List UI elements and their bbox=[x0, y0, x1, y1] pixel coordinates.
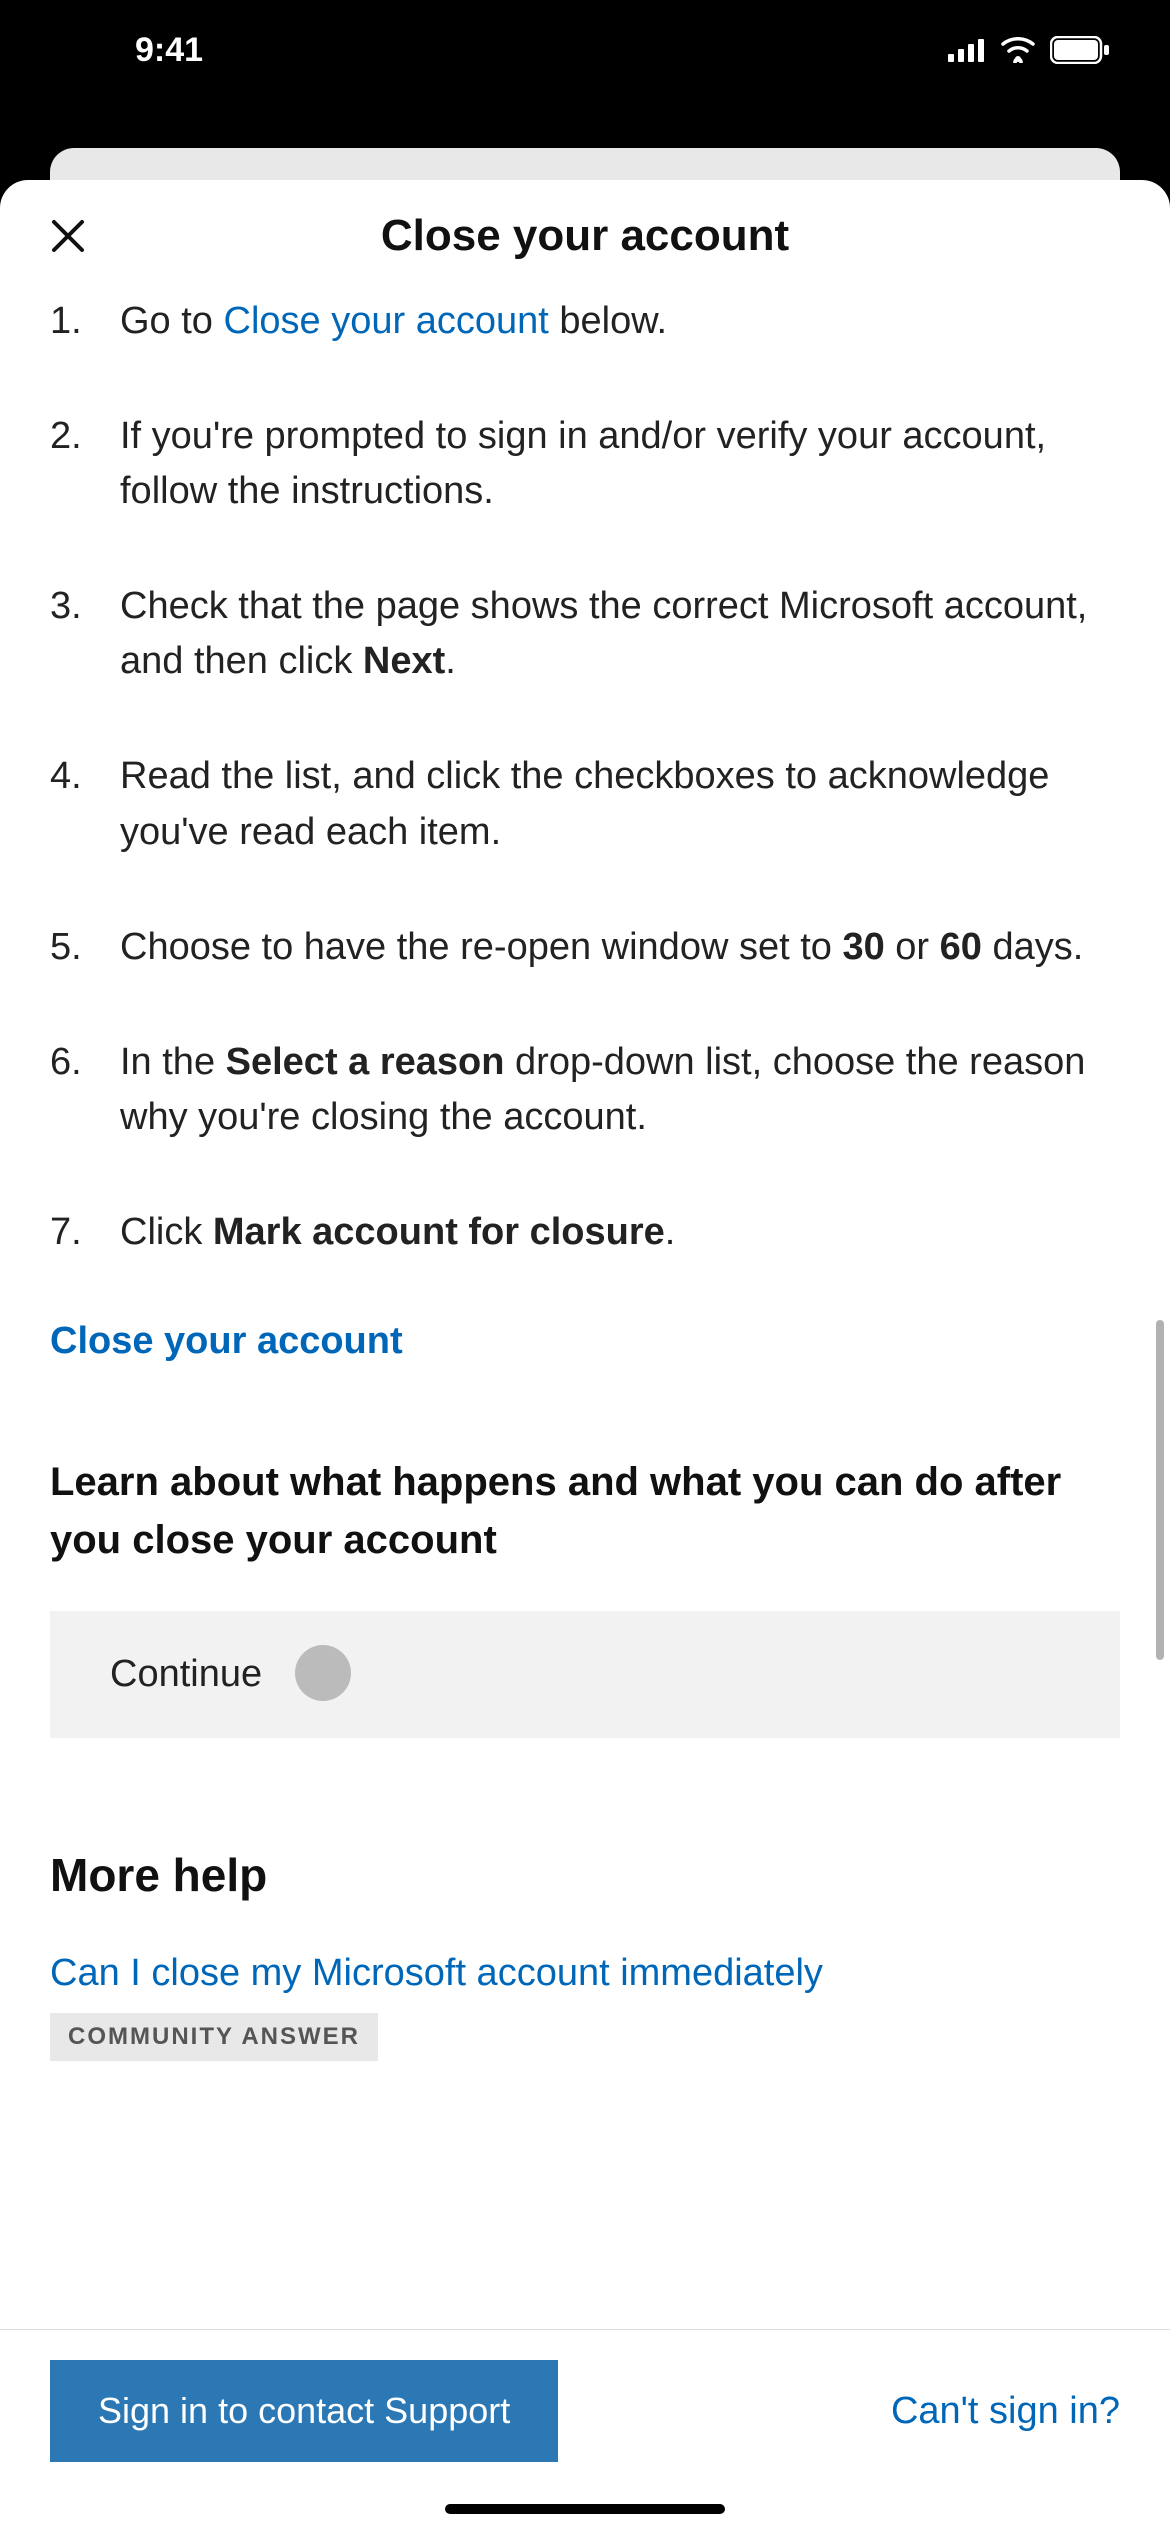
close-account-inline-link[interactable]: Close your account bbox=[224, 300, 549, 342]
steps-list: Go to Close your account below. If you'r… bbox=[50, 294, 1120, 1260]
battery-icon bbox=[1050, 36, 1110, 64]
home-indicator[interactable] bbox=[445, 2504, 725, 2514]
community-answer-badge: COMMUNITY ANSWER bbox=[50, 2013, 378, 2061]
page-title: Close your account bbox=[0, 211, 1170, 261]
cellular-icon bbox=[948, 38, 986, 62]
wifi-icon bbox=[1000, 37, 1036, 63]
bottom-bar: Sign in to contact Support Can't sign in… bbox=[0, 2329, 1170, 2532]
status-bar: 9:41 bbox=[0, 0, 1170, 100]
modal-sheet: Close your account Go to Close your acco… bbox=[0, 180, 1170, 2532]
close-button[interactable] bbox=[40, 208, 96, 264]
step-2: If you're prompted to sign in and/or ver… bbox=[50, 409, 1120, 519]
step-4: Read the list, and click the checkboxes … bbox=[50, 749, 1120, 859]
step-6: In the Select a reason drop-down list, c… bbox=[50, 1035, 1120, 1145]
status-icons bbox=[948, 36, 1110, 64]
sheet-header: Close your account bbox=[0, 180, 1170, 284]
close-account-link[interactable]: Close your account bbox=[50, 1320, 1120, 1363]
more-help-heading: More help bbox=[50, 1848, 1120, 1902]
learn-heading: Learn about what happens and what you ca… bbox=[50, 1453, 1120, 1569]
close-icon bbox=[48, 216, 88, 256]
continue-label: Continue bbox=[110, 1653, 262, 1695]
faq-link-1[interactable]: Can I close my Microsoft account immedia… bbox=[50, 1952, 1120, 1995]
step-7: Click Mark account for closure. bbox=[50, 1205, 1120, 1260]
step-1: Go to Close your account below. bbox=[50, 294, 1120, 349]
step-5: Choose to have the re-open window set to… bbox=[50, 920, 1120, 975]
scrollbar[interactable] bbox=[1156, 1320, 1164, 1660]
step-3: Check that the page shows the correct Mi… bbox=[50, 579, 1120, 689]
content-area[interactable]: Go to Close your account below. If you'r… bbox=[0, 294, 1170, 2061]
continue-button[interactable]: Continue bbox=[50, 1611, 1120, 1738]
sign-in-support-button[interactable]: Sign in to contact Support bbox=[50, 2360, 558, 2462]
status-time: 9:41 bbox=[135, 31, 203, 70]
touch-indicator bbox=[295, 1645, 351, 1701]
cant-sign-in-link[interactable]: Can't sign in? bbox=[891, 2390, 1120, 2433]
